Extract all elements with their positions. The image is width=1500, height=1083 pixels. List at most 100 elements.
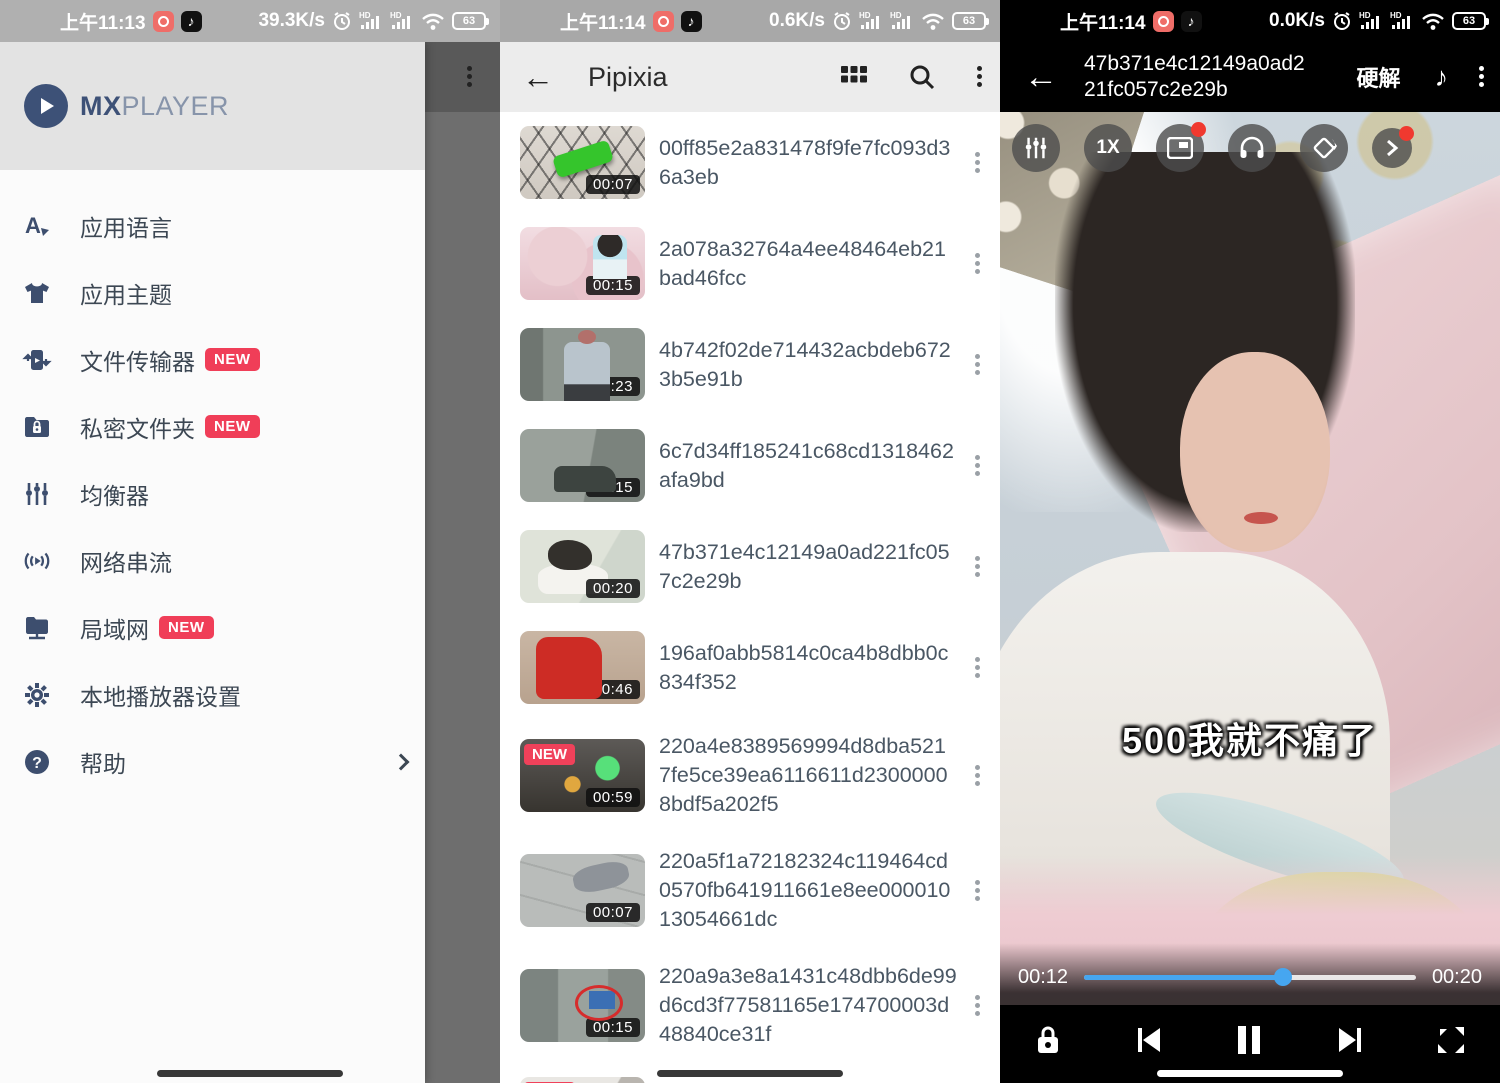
signal-hd-icon: HD <box>1359 11 1383 31</box>
svg-text:HD: HD <box>859 11 871 20</box>
pip-chip[interactable] <box>1156 124 1204 172</box>
item-overflow-button[interactable] <box>974 993 980 1019</box>
pause-button[interactable] <box>1235 1024 1263 1056</box>
menu-item-private-folder[interactable]: 私密文件夹 NEW <box>0 393 425 460</box>
back-button[interactable]: ← <box>1024 60 1058 94</box>
headphones-chip[interactable] <box>1228 124 1276 172</box>
home-indicator[interactable] <box>1157 1070 1343 1077</box>
video-thumbnail[interactable]: 00:20 <box>520 530 645 603</box>
audio-track-icon[interactable]: ♪ <box>1435 62 1449 93</box>
list-item[interactable]: 00:15 2a078a32764a4ee48464eb21bad46fcc <box>500 213 1000 314</box>
menu-item-app-language[interactable]: A 应用语言 <box>0 192 425 259</box>
menu-item-file-transfer[interactable]: 文件传输器 NEW <box>0 326 425 393</box>
video-thumbnail[interactable]: 01:23 <box>520 328 645 401</box>
playback-speed-chip[interactable]: 1X <box>1084 124 1132 172</box>
menu-item-network-stream[interactable]: 网络串流 <box>0 527 425 594</box>
svg-text:HD: HD <box>1390 11 1402 20</box>
list-item[interactable]: 00:15 6c7d34ff185241c68cd1318462afa9bd <box>500 415 1000 516</box>
duration-badge: 00:59 <box>586 788 640 807</box>
video-thumbnail[interactable]: NEW <box>520 1077 645 1083</box>
item-overflow-button[interactable] <box>974 763 980 789</box>
video-thumbnail[interactable]: 00:46 <box>520 631 645 704</box>
private-folder-icon <box>22 412 52 442</box>
video-thumbnail[interactable]: 00:07 <box>520 126 645 199</box>
list-item[interactable]: 00:20 47b371e4c12149a0ad221fc057c2e29b <box>500 516 1000 617</box>
new-badge: NEW <box>159 616 214 639</box>
overflow-menu-button[interactable] <box>1478 64 1484 90</box>
search-button[interactable] <box>908 63 936 91</box>
item-overflow-button[interactable] <box>974 453 980 479</box>
list-item[interactable]: 00:07 00ff85e2a831478f9fe7fc093d36a3eb <box>500 112 1000 213</box>
overflow-menu-button[interactable] <box>976 64 982 90</box>
item-overflow-button[interactable] <box>974 878 980 904</box>
home-indicator[interactable] <box>157 1070 343 1077</box>
item-overflow-button[interactable] <box>974 150 980 176</box>
status-time: 上午11:14 <box>1060 8 1146 35</box>
video-thumbnail[interactable]: 00:07 <box>520 854 645 927</box>
menu-item-equalizer[interactable]: 均衡器 <box>0 460 425 527</box>
video-name: 220a5f1a72182324c119464cd0570fb641911661… <box>659 847 957 934</box>
video-name: 2a078a32764a4ee48464eb21bad46fcc <box>659 235 957 293</box>
more-controls-chip[interactable] <box>1372 128 1412 168</box>
item-overflow-button[interactable] <box>974 554 980 580</box>
video-thumbnail[interactable]: 00:15 <box>520 429 645 502</box>
equalizer-chip[interactable] <box>1012 124 1060 172</box>
wifi-icon <box>921 12 945 31</box>
list-item[interactable]: 00:15 220a9a3e8a1431c48dbb6de99d6cd3f775… <box>500 948 1000 1063</box>
duration-badge: 00:15 <box>586 1018 640 1037</box>
lock-button[interactable] <box>1034 1025 1062 1055</box>
menu-item-help[interactable]: ? 帮助 <box>0 728 425 795</box>
duration-badge: 00:20 <box>586 579 640 598</box>
battery-icon: 63 <box>1452 12 1486 30</box>
next-button[interactable] <box>1335 1025 1365 1055</box>
list-item[interactable]: 00:07 220a5f1a72182324c119464cd0570fb641… <box>500 833 1000 948</box>
svg-text:HD: HD <box>390 11 402 20</box>
dimmed-appbar-backdrop <box>425 42 500 112</box>
seek-bar[interactable] <box>1084 975 1416 980</box>
menu-item-lan[interactable]: 局域网 NEW <box>0 594 425 661</box>
list-item[interactable]: 01:23 4b742f02de714432acbdeb6723b5e91b <box>500 314 1000 415</box>
video-name: 220a9a3e8a1431c48dbb6de99d6cd3f77581165e… <box>659 962 957 1049</box>
tiktok-app-icon: ♪ <box>181 11 202 32</box>
list-item[interactable]: NEW 00:59 220a4e8389569994d8dba5217fe5ce… <box>500 718 1000 833</box>
drawer-header: MXPLAYER <box>0 42 425 170</box>
menu-item-local-player-settings[interactable]: 本地播放器设置 <box>0 661 425 728</box>
mx-player-logo-icon <box>24 84 68 128</box>
duration-badge: 01:23 <box>586 377 640 396</box>
alarm-icon <box>1332 11 1352 31</box>
view-grid-button[interactable] <box>840 63 868 91</box>
menu-item-app-theme[interactable]: 应用主题 <box>0 259 425 326</box>
video-thumbnail[interactable]: 00:15 <box>520 969 645 1042</box>
playing-video-title: 47b371e4c12149a0ad221fc057c2e29b <box>1084 51 1312 103</box>
home-indicator[interactable] <box>657 1070 843 1077</box>
video-list: 00:07 00ff85e2a831478f9fe7fc093d36a3eb 0… <box>500 112 1000 1083</box>
video-name: 6c7d34ff185241c68cd1318462afa9bd <box>659 437 957 495</box>
svg-text:HD: HD <box>359 11 371 20</box>
video-surface[interactable]: 1X 500我就不痛了 <box>1000 112 1500 1005</box>
duration-badge: 00:07 <box>586 903 640 922</box>
video-thumbnail[interactable]: NEW 00:59 <box>520 739 645 812</box>
network-stream-icon <box>22 546 52 576</box>
back-button[interactable]: ← <box>522 61 554 93</box>
fullscreen-button[interactable] <box>1436 1025 1466 1055</box>
signal-hd-icon: HD <box>390 11 414 31</box>
rotate-screen-chip[interactable] <box>1300 124 1348 172</box>
wifi-icon <box>421 12 445 31</box>
svg-text:HD: HD <box>1359 11 1371 20</box>
item-overflow-button[interactable] <box>974 655 980 681</box>
item-overflow-button[interactable] <box>974 352 980 378</box>
settings-gear-icon <box>22 680 52 710</box>
list-item[interactable]: 00:46 196af0abb5814c0ca4b8dbb0c834f352 <box>500 617 1000 718</box>
previous-button[interactable] <box>1134 1025 1164 1055</box>
alarm-icon <box>832 11 852 31</box>
net-speed: 39.3K/s <box>258 10 325 32</box>
new-badge: NEW <box>205 415 260 438</box>
video-thumbnail[interactable]: 00:15 <box>520 227 645 300</box>
new-badge: NEW <box>205 348 260 371</box>
screen-video-list: 上午11:14 ♪ 0.6K/s HD HD 63 ← Pipixia <box>500 0 1000 1083</box>
hw-decode-button[interactable]: 硬解 <box>1356 61 1400 93</box>
item-overflow-button[interactable] <box>974 251 980 277</box>
seek-thumb[interactable] <box>1274 968 1292 986</box>
chevron-right-icon <box>393 753 410 770</box>
player-quick-controls: 1X <box>1012 124 1412 172</box>
